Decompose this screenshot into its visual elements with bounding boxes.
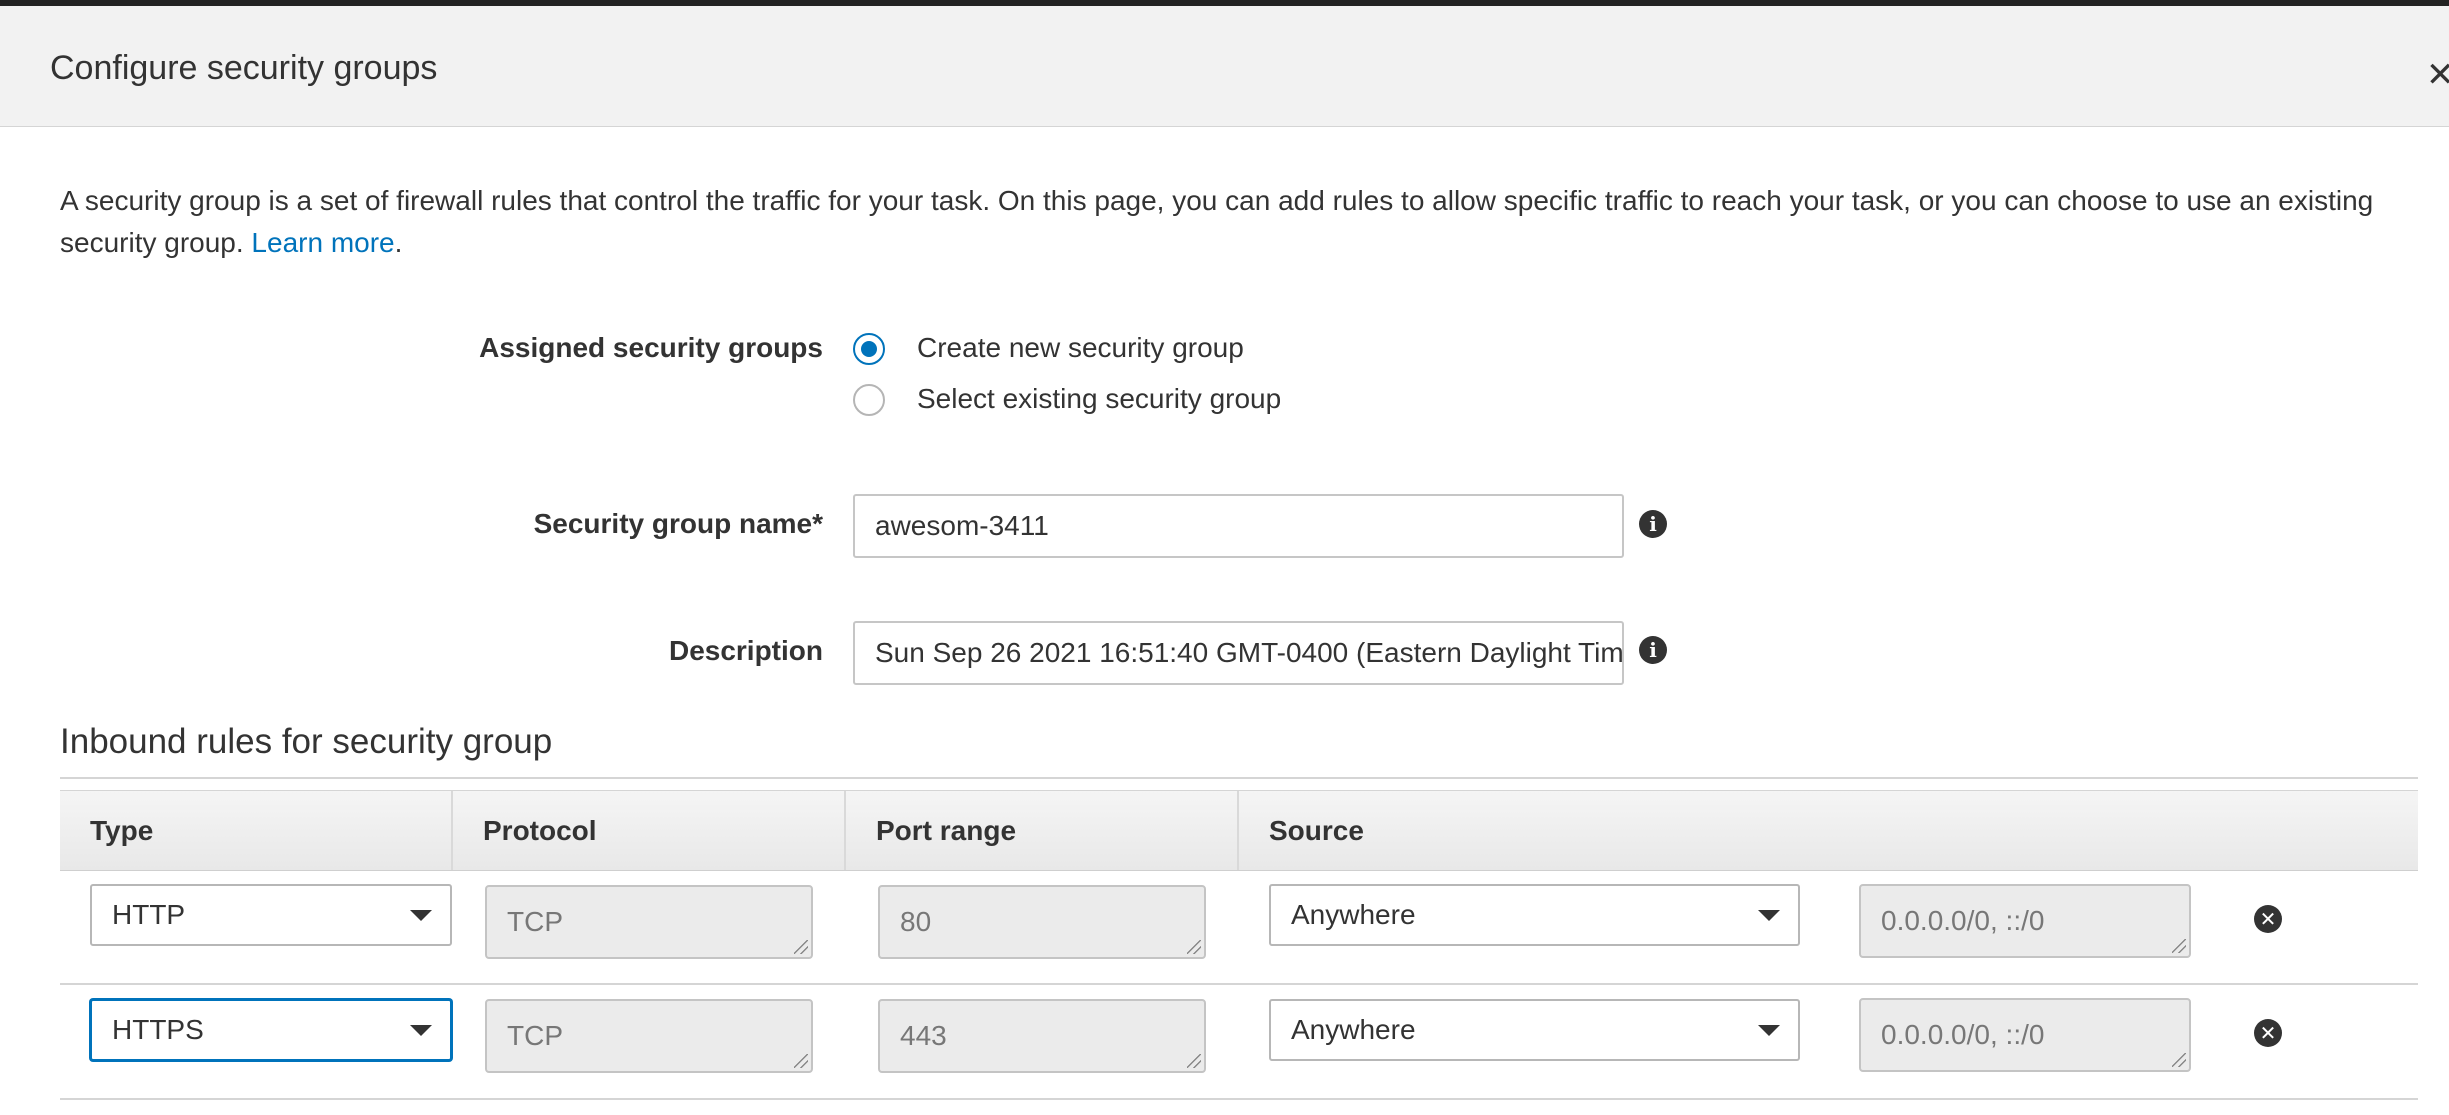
dialog-header: Configure security groups ✕ <box>0 6 2449 127</box>
intro-paragraph: A security group is a set of firewall ru… <box>60 180 2400 264</box>
source-select-value: Anywhere <box>1291 899 1416 930</box>
column-header-source: Source <box>1269 815 1364 846</box>
description-label: Description <box>668 635 823 666</box>
column-header-port-range: Port range <box>846 791 1239 870</box>
port-range-field: 80 <box>878 885 1206 959</box>
description-input[interactable]: Sun Sep 26 2021 16:51:40 GMT-0400 (Easte… <box>853 621 1624 685</box>
intro-trailing: . <box>394 227 403 258</box>
chevron-down-icon <box>1758 910 1780 921</box>
cidr-field: 0.0.0.0/0, ::/0 <box>1859 998 2191 1072</box>
source-select[interactable]: Anywhere <box>1269 884 1800 946</box>
dialog-title: Configure security groups <box>50 49 438 87</box>
group-name-info-icon[interactable]: i <box>1639 510 1667 538</box>
type-select[interactable]: HTTP <box>90 884 452 946</box>
type-select-value: HTTP <box>112 899 186 930</box>
type-select[interactable]: HTTPS <box>90 999 452 1061</box>
source-select-value: Anywhere <box>1291 1014 1416 1045</box>
section-divider <box>60 777 2418 779</box>
radio-create-new[interactable] <box>853 333 885 365</box>
port-range-field: 443 <box>878 999 1206 1073</box>
close-icon[interactable]: ✕ <box>2426 58 2449 92</box>
learn-more-link[interactable]: Learn more <box>251 227 394 258</box>
chevron-down-icon <box>1758 1025 1780 1036</box>
inbound-rules-title: Inbound rules for security group <box>60 722 553 761</box>
description-info-icon[interactable]: i <box>1639 636 1667 664</box>
remove-rule-icon[interactable]: ✕ <box>2254 1019 2282 1047</box>
type-select-value: HTTPS <box>112 1014 204 1045</box>
group-name-label: Security group name* <box>533 508 823 539</box>
chevron-down-icon <box>410 1025 432 1036</box>
cidr-field: 0.0.0.0/0, ::/0 <box>1859 884 2191 958</box>
remove-rule-icon[interactable]: ✕ <box>2254 905 2282 933</box>
protocol-field: TCP <box>485 999 813 1073</box>
source-select[interactable]: Anywhere <box>1269 999 1800 1061</box>
table-row: HTTPS TCP 443 Anywhere 0.0.0.0/0, ::/0 ✕ <box>60 987 2418 1100</box>
radio-create-new-label[interactable]: Create new security group <box>917 332 1244 364</box>
column-header-type: Type <box>60 791 453 870</box>
rules-table-header: Type Protocol Port range Source <box>60 790 2418 871</box>
column-header-protocol: Protocol <box>453 791 846 870</box>
intro-text: A security group is a set of firewall ru… <box>60 185 2374 258</box>
radio-select-existing-label[interactable]: Select existing security group <box>917 383 1281 415</box>
radio-select-existing[interactable] <box>853 384 885 416</box>
chevron-down-icon <box>410 910 432 921</box>
protocol-field: TCP <box>485 885 813 959</box>
group-name-input[interactable]: awesom-3411 <box>853 494 1624 558</box>
table-row: HTTP TCP 80 Anywhere 0.0.0.0/0, ::/0 ✕ <box>60 872 2418 985</box>
assigned-groups-label: Assigned security groups <box>479 332 823 363</box>
